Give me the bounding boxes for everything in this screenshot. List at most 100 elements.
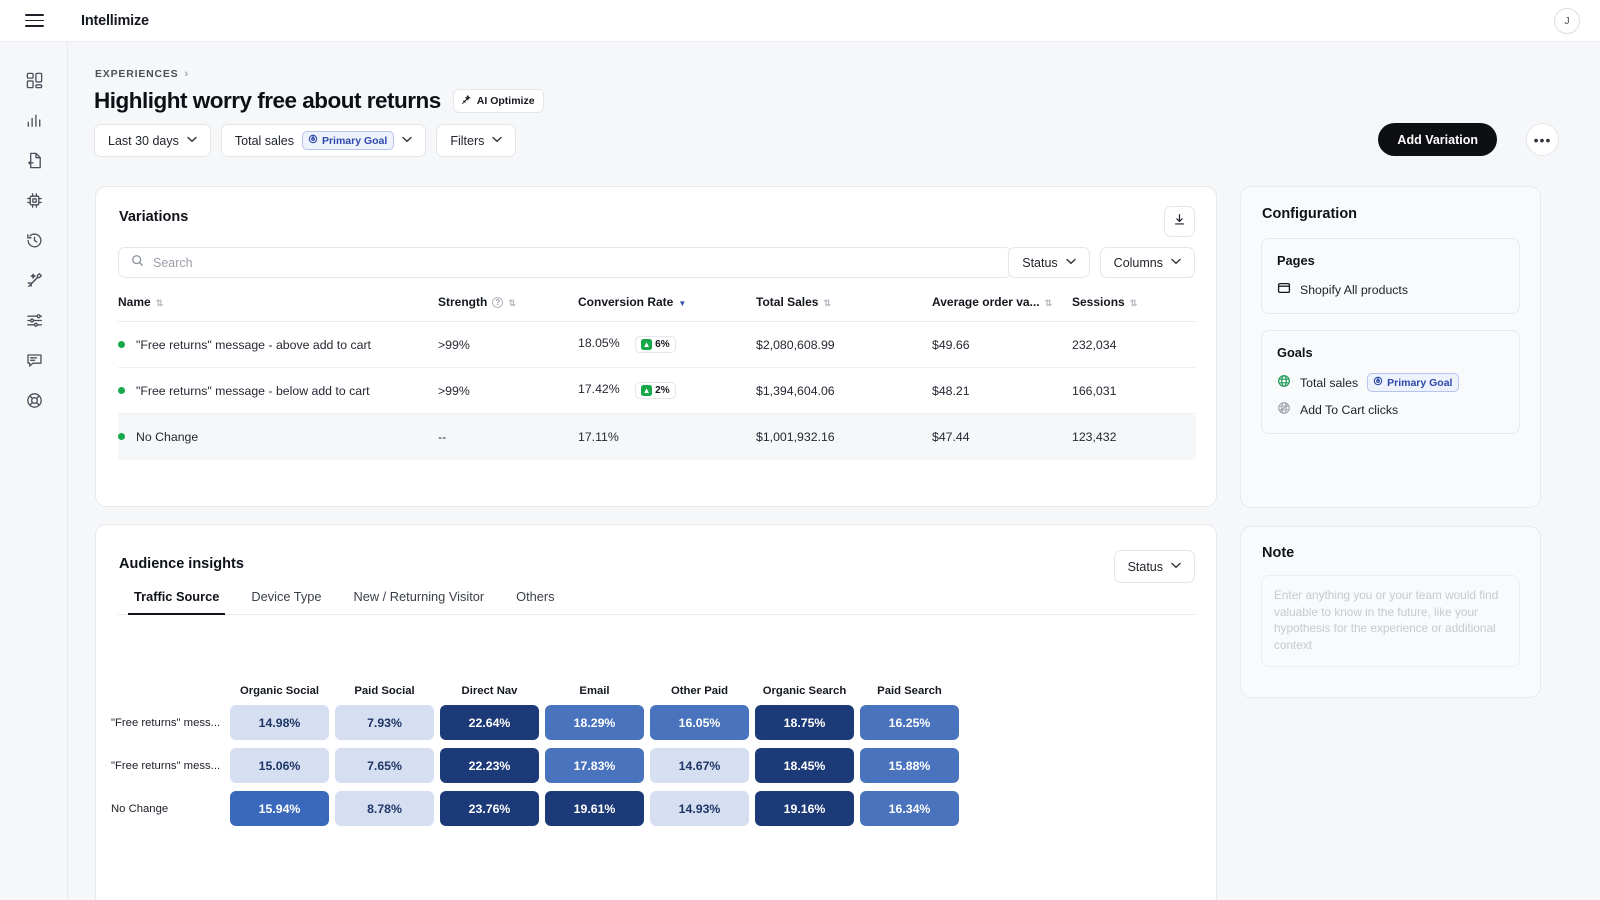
sidebar-item-experiments[interactable] bbox=[0, 260, 68, 300]
table-row[interactable]: No Change -- 17.11% $1,001,932.16 $47.44… bbox=[118, 414, 1196, 460]
chevron-down-icon bbox=[187, 135, 197, 146]
goal-filter-label: Total sales bbox=[235, 134, 294, 148]
cell-conversion-rate: 17.11% bbox=[578, 414, 756, 460]
column-header-avg-order-value[interactable]: Average order va...⇅ bbox=[932, 295, 1072, 322]
add-variation-button[interactable]: Add Variation bbox=[1378, 123, 1497, 156]
search-input[interactable] bbox=[153, 256, 999, 270]
sidebar-item-documents[interactable] bbox=[0, 140, 68, 180]
audience-status-filter[interactable]: Status bbox=[1114, 550, 1195, 583]
heatmap-cell[interactable]: 14.98% bbox=[230, 705, 329, 740]
delta-value: 6% bbox=[655, 339, 669, 350]
goal-filter[interactable]: Total sales Primary Goal bbox=[221, 124, 426, 157]
heatmap-cell[interactable]: 17.83% bbox=[545, 748, 644, 783]
tab-traffic-source[interactable]: Traffic Source bbox=[118, 589, 235, 614]
page-item[interactable]: Shopify All products bbox=[1277, 281, 1504, 298]
tab-others[interactable]: Others bbox=[500, 589, 570, 614]
sidebar-item-analytics[interactable] bbox=[0, 100, 68, 140]
heatmap-cell[interactable]: 7.65% bbox=[335, 748, 434, 783]
chip-icon bbox=[25, 191, 44, 210]
bar-chart-icon bbox=[25, 111, 44, 130]
more-options-button[interactable]: ••• bbox=[1526, 123, 1559, 156]
variations-table: Name⇅ Strength?⇅ Conversion Rate▼ Total … bbox=[118, 295, 1196, 460]
column-header-conversion-rate[interactable]: Conversion Rate▼ bbox=[578, 295, 756, 322]
status-filter-button[interactable]: Status bbox=[1008, 247, 1089, 278]
table-row[interactable]: "Free returns" message - above add to ca… bbox=[118, 322, 1196, 368]
sort-desc-icon[interactable]: ▼ bbox=[678, 299, 686, 308]
cell-avg-order-value: $48.21 bbox=[932, 368, 1072, 414]
heatmap-cell[interactable]: 16.05% bbox=[650, 705, 749, 740]
heatmap-cell[interactable]: 15.94% bbox=[230, 791, 329, 826]
avatar[interactable]: J bbox=[1554, 8, 1580, 34]
delta-badge: ▲2% bbox=[635, 382, 675, 399]
sidebar-item-dashboard[interactable] bbox=[0, 60, 68, 100]
sort-icon[interactable]: ⇅ bbox=[1045, 299, 1053, 308]
tab-device-type[interactable]: Device Type bbox=[235, 589, 337, 614]
search-bar[interactable] bbox=[118, 247, 1012, 278]
heatmap-cell[interactable]: 16.25% bbox=[860, 705, 959, 740]
column-header-sessions[interactable]: Sessions⇅ bbox=[1072, 295, 1196, 322]
sort-icon[interactable]: ⇅ bbox=[1130, 299, 1138, 308]
heatmap-cell[interactable]: 19.61% bbox=[545, 791, 644, 826]
variations-title: Variations bbox=[119, 209, 188, 225]
main-content: EXPERIENCES › Highlight worry free about… bbox=[68, 42, 1600, 900]
heatmap-cell[interactable]: 14.67% bbox=[650, 748, 749, 783]
heatmap-col-header: Organic Social bbox=[230, 685, 329, 697]
goals-section: Goals Total sales Primary Goal bbox=[1261, 330, 1520, 434]
sidebar-item-messages[interactable] bbox=[0, 340, 68, 380]
heatmap-cell[interactable]: 15.88% bbox=[860, 748, 959, 783]
heatmap-cell[interactable]: 18.75% bbox=[755, 705, 854, 740]
sidebar-item-support[interactable] bbox=[0, 380, 68, 420]
heatmap-cell[interactable]: 22.23% bbox=[440, 748, 539, 783]
cell-sessions: 166,031 bbox=[1072, 368, 1196, 414]
sliders-icon bbox=[25, 311, 44, 330]
sort-icon[interactable]: ⇅ bbox=[156, 299, 164, 308]
history-icon bbox=[25, 231, 44, 250]
sidebar-item-history[interactable] bbox=[0, 220, 68, 260]
columns-button[interactable]: Columns bbox=[1100, 247, 1195, 278]
arrow-up-icon: ▲ bbox=[641, 339, 652, 350]
heatmap-cell[interactable]: 7.93% bbox=[335, 705, 434, 740]
column-header-strength[interactable]: Strength?⇅ bbox=[438, 295, 578, 322]
sidebar-item-settings[interactable] bbox=[0, 300, 68, 340]
note-input[interactable]: Enter anything you or your team would fi… bbox=[1261, 575, 1520, 667]
column-header-name[interactable]: Name⇅ bbox=[118, 295, 438, 322]
status-filter-label: Status bbox=[1022, 256, 1057, 270]
cell-sessions: 123,432 bbox=[1072, 414, 1196, 460]
goal-item-total-sales[interactable]: Total sales Primary Goal bbox=[1277, 373, 1504, 392]
variation-name: "Free returns" message - below add to ca… bbox=[136, 384, 370, 398]
heatmap-cell[interactable]: 22.64% bbox=[440, 705, 539, 740]
date-range-filter[interactable]: Last 30 days bbox=[94, 124, 211, 157]
goal-item-add-to-cart[interactable]: Add To Cart clicks bbox=[1277, 401, 1504, 418]
help-icon[interactable]: ? bbox=[492, 297, 503, 308]
hamburger-icon bbox=[25, 14, 44, 27]
menu-toggle-button[interactable] bbox=[0, 0, 68, 42]
heatmap-cell[interactable]: 14.93% bbox=[650, 791, 749, 826]
top-bar: Intellimize J bbox=[0, 0, 1600, 42]
heatmap-cell[interactable]: 15.06% bbox=[230, 748, 329, 783]
breadcrumb[interactable]: EXPERIENCES › bbox=[95, 68, 189, 80]
column-header-total-sales[interactable]: Total Sales⇅ bbox=[756, 295, 932, 322]
filters-button[interactable]: Filters bbox=[436, 124, 516, 157]
table-controls: Status Columns bbox=[1008, 247, 1195, 278]
ai-optimize-badge[interactable]: AI Optimize bbox=[453, 89, 544, 113]
heatmap-cell[interactable]: 8.78% bbox=[335, 791, 434, 826]
table-row[interactable]: "Free returns" message - below add to ca… bbox=[118, 368, 1196, 414]
sort-icon[interactable]: ⇅ bbox=[508, 299, 516, 308]
heatmap-cell[interactable]: 18.45% bbox=[755, 748, 854, 783]
audience-insights-title: Audience insights bbox=[119, 556, 244, 572]
note-card: Note Enter anything you or your team wou… bbox=[1240, 526, 1541, 698]
chevron-down-icon bbox=[1066, 257, 1076, 268]
tab-new-returning-visitor[interactable]: New / Returning Visitor bbox=[338, 589, 501, 614]
sidebar-item-models[interactable] bbox=[0, 180, 68, 220]
sort-icon[interactable]: ⇅ bbox=[823, 299, 831, 308]
download-button[interactable] bbox=[1164, 206, 1195, 237]
ai-optimize-label: AI Optimize bbox=[477, 95, 535, 107]
heatmap-cell[interactable]: 16.34% bbox=[860, 791, 959, 826]
primary-goal-chip: Primary Goal bbox=[1367, 373, 1459, 392]
cell-strength: -- bbox=[438, 414, 578, 460]
heatmap-cell[interactable]: 19.16% bbox=[755, 791, 854, 826]
breadcrumb-experiences[interactable]: EXPERIENCES bbox=[95, 68, 179, 80]
heatmap-cell[interactable]: 23.76% bbox=[440, 791, 539, 826]
download-icon bbox=[1173, 213, 1186, 231]
heatmap-cell[interactable]: 18.29% bbox=[545, 705, 644, 740]
